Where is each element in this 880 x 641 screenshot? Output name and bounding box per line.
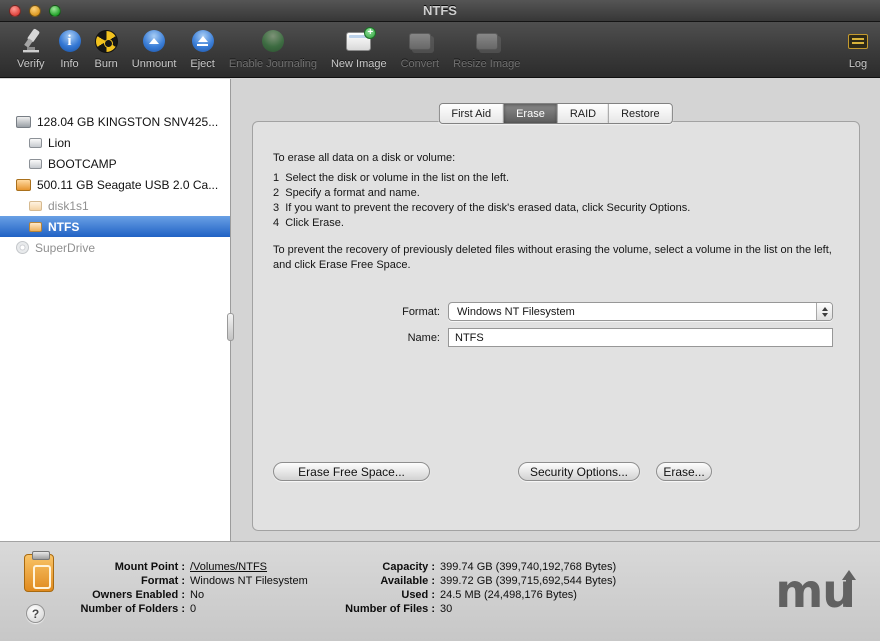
volume-icon xyxy=(29,138,42,148)
optical-drive-icon xyxy=(16,241,29,254)
tab-raid[interactable]: RAID xyxy=(558,104,609,123)
log-icon xyxy=(848,34,868,49)
window-title: NTFS xyxy=(0,3,880,18)
internal-disk-icon xyxy=(16,116,31,128)
tab-erase[interactable]: Erase xyxy=(504,104,558,123)
erase-intro-text: To erase all data on a disk or volume: xyxy=(273,152,839,164)
tab-bar: First Aid Erase RAID Restore xyxy=(438,103,672,124)
eject-button[interactable]: Eject xyxy=(190,25,214,70)
macupdate-watermark: mu xyxy=(775,568,852,608)
sidebar-item-disk1s1[interactable]: disk1s1 xyxy=(0,195,230,216)
disk-utility-window: NTFS Verify Info Burn Unmount xyxy=(0,0,880,641)
verify-icon xyxy=(18,25,44,57)
erase-button[interactable]: Erase... xyxy=(656,462,712,481)
sidebar-item-ntfs[interactable]: NTFS xyxy=(0,216,230,237)
volume-icon xyxy=(29,159,42,169)
convert-icon xyxy=(409,33,431,50)
eject-icon xyxy=(192,30,214,52)
sidebar-item-seagate-disk[interactable]: 500.11 GB Seagate USB 2.0 Ca... xyxy=(0,174,230,195)
verify-button[interactable]: Verify xyxy=(17,25,45,70)
toolbar: Verify Info Burn Unmount Eject Enable Jo… xyxy=(0,22,880,78)
used-row: Used : 24.5 MB (24,498,176 Bytes) xyxy=(250,588,616,602)
erase-step-3: 3 If you want to prevent the recovery of… xyxy=(273,202,839,214)
burn-icon xyxy=(95,30,118,53)
sidebar-item-bootcamp[interactable]: BOOTCAMP xyxy=(0,153,230,174)
unmount-button[interactable]: Unmount xyxy=(132,25,177,70)
popup-stepper-icon xyxy=(816,303,832,320)
files-row: Number of Files : 30 xyxy=(250,602,616,616)
capacity-row: Capacity : 399.74 GB (399,740,192,768 By… xyxy=(250,560,616,574)
resize-image-icon xyxy=(476,33,498,50)
burn-button[interactable]: Burn xyxy=(95,25,118,70)
security-options-button[interactable]: Security Options... xyxy=(518,462,640,481)
erase-step-4: 4 Click Erase. xyxy=(273,217,839,229)
sidebar-item-lion[interactable]: Lion xyxy=(0,132,230,153)
format-select[interactable]: Windows NT Filesystem xyxy=(448,302,833,321)
info-icon xyxy=(59,30,81,52)
erase-panel: To erase all data on a disk or volume: 1… xyxy=(252,121,860,531)
volume-info-footer: ? Mount Point : /Volumes/NTFS Format : W… xyxy=(0,541,880,641)
tab-restore[interactable]: Restore xyxy=(609,104,672,123)
external-volume-icon xyxy=(29,201,42,211)
main-pane: First Aid Erase RAID Restore To erase al… xyxy=(231,79,880,541)
titlebar: NTFS xyxy=(0,0,880,22)
external-disk-icon xyxy=(16,179,31,191)
name-input[interactable] xyxy=(448,328,833,347)
erase-free-space-button[interactable]: Erase Free Space... xyxy=(273,462,430,481)
format-selected-value: Windows NT Filesystem xyxy=(449,306,816,318)
resize-image-button: Resize Image xyxy=(453,25,520,70)
content-area: 128.04 GB KINGSTON SNV425... Lion BOOTCA… xyxy=(0,79,880,541)
up-arrow-icon xyxy=(844,568,852,608)
unmount-icon xyxy=(143,30,165,52)
available-row: Available : 399.72 GB (399,715,692,544 B… xyxy=(250,574,616,588)
erase-note-text: To prevent the recovery of previously de… xyxy=(273,243,839,273)
info-button[interactable]: Info xyxy=(59,25,81,70)
journaling-icon xyxy=(262,30,284,52)
format-label: Format: xyxy=(253,306,448,318)
enable-journaling-button: Enable Journaling xyxy=(229,25,317,70)
convert-button: Convert xyxy=(401,25,440,70)
plus-badge-icon xyxy=(364,27,376,39)
sidebar-item-superdrive[interactable]: SuperDrive xyxy=(0,237,230,258)
new-image-button[interactable]: New Image xyxy=(331,25,387,70)
name-label: Name: xyxy=(253,332,448,344)
external-volume-icon xyxy=(29,222,42,232)
erase-step-2: 2 Specify a format and name. xyxy=(273,187,839,199)
log-button[interactable]: Log xyxy=(848,25,868,70)
new-image-icon xyxy=(346,32,371,51)
sidebar-item-kingston-disk[interactable]: 128.04 GB KINGSTON SNV425... xyxy=(0,111,230,132)
device-sidebar: 128.04 GB KINGSTON SNV425... Lion BOOTCA… xyxy=(0,79,231,541)
sidebar-resize-handle[interactable] xyxy=(227,313,234,341)
tab-first-aid[interactable]: First Aid xyxy=(439,104,504,123)
erase-step-1: 1 Select the disk or volume in the list … xyxy=(273,172,839,184)
